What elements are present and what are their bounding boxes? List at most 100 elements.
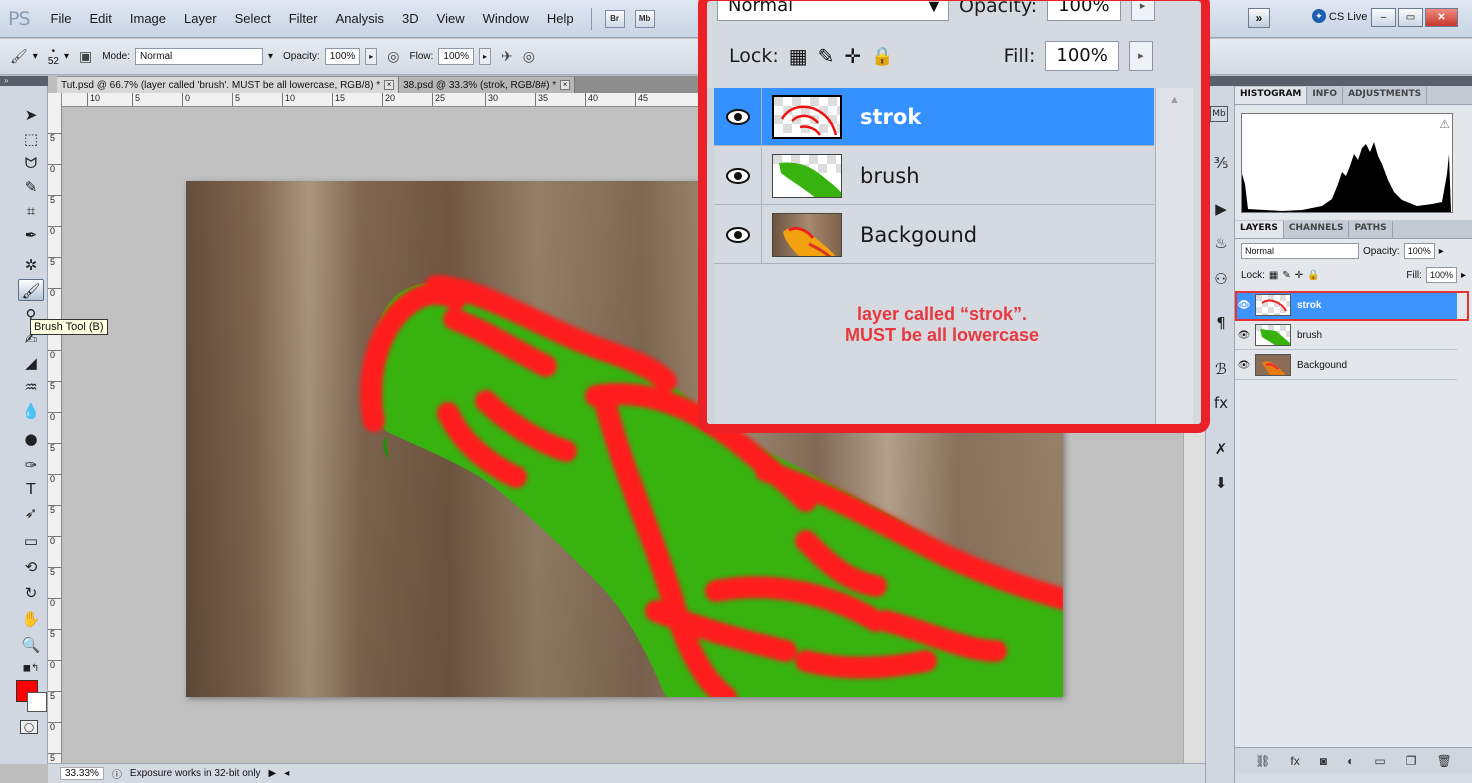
menu-view[interactable]: View (428, 11, 474, 26)
menu-select[interactable]: Select (226, 11, 280, 26)
shape-tool-icon[interactable]: ▭ (18, 530, 44, 552)
dodge-tool-icon[interactable]: ● (18, 428, 44, 450)
swap-colors-icon[interactable]: ◼↰ (18, 658, 44, 680)
callout-opacity-field[interactable]: 100% (1047, 1, 1121, 21)
marquee-tool-icon[interactable]: ⬚ (18, 128, 44, 150)
close-button[interactable]: ✕ (1425, 8, 1458, 27)
cs-live-button[interactable]: ✦ CS Live ▾ (1311, 9, 1376, 23)
opacity-slider-button[interactable]: ▸ (365, 48, 378, 65)
panel-collapse-bar[interactable]: » (0, 76, 48, 86)
mini-bridge-panel-icon[interactable]: Mb (1210, 106, 1228, 122)
menu-3d[interactable]: 3D (393, 11, 428, 26)
lock-pixels-icon[interactable]: ✎ (1282, 270, 1290, 281)
zoom-tool-icon[interactable]: 🔍 (18, 634, 44, 656)
layer-row-background[interactable]: 👁 Backgound (1235, 351, 1457, 380)
chevron-down-icon[interactable]: ▼ (925, 1, 949, 17)
lock-all-icon[interactable]: 🔒 (871, 46, 893, 67)
flow-field[interactable]: 100% (438, 48, 474, 65)
eye-icon[interactable]: 👁 (1235, 330, 1253, 341)
lock-all-icon[interactable]: 🔒 (1307, 270, 1319, 281)
paragraph-panel-icon[interactable]: ¶ (1210, 312, 1232, 334)
close-icon[interactable]: × (560, 80, 571, 90)
status-info-icon[interactable]: ⓘ (112, 766, 122, 781)
minimize-button[interactable]: – (1371, 8, 1396, 27)
3d-rotate-tool-icon[interactable]: ⟲ (18, 556, 44, 578)
path-selection-tool-icon[interactable]: ➶ (18, 502, 44, 524)
eye-icon[interactable] (714, 206, 762, 263)
panel-collapse-bar[interactable] (1235, 76, 1472, 86)
notes-panel-icon[interactable]: ⬇ (1210, 472, 1232, 494)
airbrush-icon[interactable]: ✈ (501, 48, 513, 65)
zoom-level[interactable]: 33.33% (60, 767, 104, 780)
eyedropper-tool-icon[interactable]: ✒ (18, 224, 44, 246)
brush-panel-toggle[interactable]: ▣ (79, 48, 92, 65)
lock-transparency-icon[interactable]: ▦ (789, 44, 808, 69)
brush-tool-icon[interactable]: 🖌 (18, 279, 44, 301)
3d-panel-icon[interactable]: ℬ (1210, 358, 1232, 380)
lasso-tool-icon[interactable]: ᗢ (18, 152, 44, 174)
callout-layer-row-background[interactable]: Backgound (714, 206, 1154, 264)
chevron-right-icon[interactable]: ▸ (1439, 246, 1444, 257)
background-color-swatch[interactable] (27, 692, 47, 712)
bridge-button[interactable]: Br (604, 9, 625, 28)
new-layer-icon[interactable]: ❐ (1406, 754, 1417, 768)
lock-position-icon[interactable]: ✛ (1295, 270, 1303, 281)
paint-bucket-tool-icon[interactable]: ♒ (18, 376, 44, 398)
tab-adjustments[interactable]: ADJUSTMENTS (1343, 87, 1428, 104)
layer-row-brush[interactable]: 👁 brush (1235, 321, 1457, 350)
brush-preset-picker[interactable]: • 52 ▾ (48, 46, 69, 67)
menu-help[interactable]: Help (538, 11, 583, 26)
history-panel-icon[interactable]: ⅗ (1210, 152, 1232, 174)
menu-filter[interactable]: Filter (280, 11, 327, 26)
trash-icon[interactable]: 🗑 (1437, 754, 1452, 768)
callout-layer-row-strok[interactable]: strok (714, 88, 1154, 146)
chevron-right-icon[interactable]: ▸ (1461, 270, 1466, 281)
warning-icon[interactable]: ⚠ (1439, 117, 1450, 131)
chevron-right-icon[interactable]: ▸ (1130, 1, 1155, 21)
pressure-opacity-icon[interactable]: ◎ (387, 48, 399, 65)
extensions-button[interactable]: » (1248, 8, 1270, 28)
restore-button[interactable]: ▭ (1398, 8, 1423, 27)
eye-icon[interactable] (714, 88, 762, 145)
eye-icon[interactable]: 👁 (1235, 300, 1253, 311)
mask-icon[interactable]: ◙ (1320, 754, 1327, 768)
tool-presets-panel-icon[interactable]: ✗ (1210, 438, 1232, 460)
fx-icon[interactable]: fx (1290, 754, 1299, 768)
opacity-field[interactable]: 100% (1403, 243, 1435, 259)
menu-window[interactable]: Window (474, 11, 538, 26)
layer-row-strok[interactable]: 👁 strok (1235, 291, 1457, 320)
menu-layer[interactable]: Layer (175, 11, 226, 26)
hand-tool-icon[interactable]: ✋ (18, 608, 44, 630)
pressure-size-icon[interactable]: ◎ (523, 48, 535, 65)
group-icon[interactable]: ▭ (1374, 754, 1385, 768)
eye-icon[interactable] (714, 147, 762, 204)
link-icon[interactable]: ⛓ (1255, 754, 1270, 768)
move-tool-icon[interactable]: ➤ (18, 104, 44, 126)
eye-icon[interactable]: 👁 (1235, 360, 1253, 371)
scroll-left-icon[interactable]: ◂ (284, 768, 289, 779)
tab-histogram[interactable]: HISTOGRAM (1235, 87, 1308, 104)
opacity-field[interactable]: 100% (324, 48, 361, 65)
callout-layers-scrollbar[interactable]: ▲ (1155, 88, 1193, 424)
quick-selection-tool-icon[interactable]: ✎ (18, 176, 44, 198)
document-tab-38[interactable]: 38.psd @ 33.3% (strok, RGB/8#) * × (399, 77, 576, 93)
fill-field[interactable]: 100% (1425, 267, 1457, 283)
callout-layer-row-brush[interactable]: brush (714, 147, 1154, 205)
menu-image[interactable]: Image (121, 11, 175, 26)
dock-collapse-bar[interactable] (1206, 76, 1236, 86)
crop-tool-icon[interactable]: ⌗ (18, 200, 44, 222)
healing-brush-tool-icon[interactable]: ✲ (18, 254, 44, 276)
quick-mask-icon[interactable]: ◯ (20, 720, 38, 734)
mode-select[interactable]: Normal (135, 48, 263, 65)
actions-panel-icon[interactable]: ▶ (1210, 198, 1232, 220)
callout-fill-field[interactable]: 100% (1045, 41, 1119, 71)
tool-preset-picker[interactable]: 🖌 ▾ (10, 48, 38, 65)
adjustment-icon[interactable]: ◐ (1347, 754, 1354, 768)
3d-orbit-tool-icon[interactable]: ↻ (18, 582, 44, 604)
callout-blend-mode-select[interactable]: Normal (717, 1, 949, 21)
clone-source-panel-icon[interactable]: ⚇ (1210, 268, 1232, 290)
type-tool-icon[interactable]: T (18, 478, 44, 500)
menu-edit[interactable]: Edit (80, 11, 120, 26)
blur-tool-icon[interactable]: 💧 (18, 400, 44, 422)
tab-paths[interactable]: PATHS (1349, 221, 1393, 238)
